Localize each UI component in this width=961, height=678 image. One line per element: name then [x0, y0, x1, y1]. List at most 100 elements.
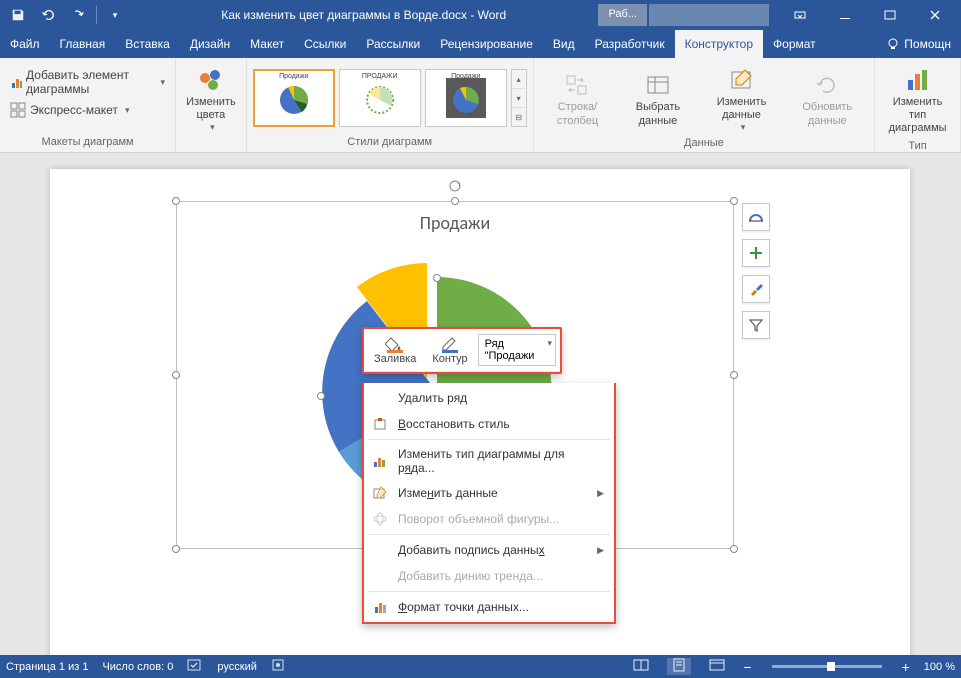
- chart-style-thumb-1[interactable]: Продажи: [253, 69, 335, 127]
- quick-layout-icon: [10, 102, 26, 118]
- close-button[interactable]: [912, 1, 957, 29]
- tab-insert[interactable]: Вставка: [115, 30, 180, 58]
- submenu-arrow-icon: ▶: [597, 488, 604, 499]
- group-chart-styles: Продажи ПРОДАЖИ Продажи ▴▾⊟ Стили диагра…: [247, 58, 534, 152]
- tab-view[interactable]: Вид: [543, 30, 585, 58]
- group-chart-layouts: + Добавить элемент диаграммы Экспресс-ма…: [0, 58, 176, 152]
- chart-title[interactable]: Продажи: [177, 202, 733, 234]
- switch-row-col-button[interactable]: Строка/ столбец: [540, 67, 616, 129]
- submenu-arrow-icon: ▶: [597, 545, 604, 556]
- fill-button[interactable]: Заливка: [368, 333, 422, 367]
- tab-layout[interactable]: Макет: [240, 30, 294, 58]
- change-colors-button[interactable]: Изменить цвета: [182, 62, 240, 135]
- window-title: Как изменить цвет диаграммы в Ворде.docx…: [129, 8, 598, 22]
- ribbon-tabs: Файл Главная Вставка Дизайн Макет Ссылки…: [0, 30, 961, 58]
- document-area[interactable]: Продажи: [0, 153, 961, 655]
- chart-elements-button[interactable]: [742, 239, 770, 267]
- tab-references[interactable]: Ссылки: [294, 30, 356, 58]
- series-sel-point[interactable]: [317, 392, 325, 400]
- add-chart-element-button[interactable]: + Добавить элемент диаграммы: [6, 66, 169, 98]
- chart-style-thumb-3[interactable]: Продажи: [425, 69, 507, 127]
- ribbon-options-button[interactable]: [777, 1, 822, 29]
- blank-icon: [372, 390, 388, 406]
- outline-icon: [440, 335, 460, 353]
- resize-handle-tr[interactable]: [730, 197, 738, 205]
- zoom-out-button[interactable]: −: [743, 659, 751, 675]
- chart-type-icon: [904, 64, 932, 96]
- ctx-delete-series[interactable]: Удалить ряд: [364, 385, 614, 411]
- maximize-button[interactable]: [867, 1, 912, 29]
- status-macro-icon[interactable]: [271, 658, 285, 675]
- refresh-data-button[interactable]: Обновить данные: [786, 67, 868, 129]
- refresh-icon: [814, 69, 840, 101]
- zoom-thumb[interactable]: [827, 662, 835, 671]
- add-element-icon: +: [10, 74, 22, 90]
- ctx-reset-style[interactable]: ВВосстановить стильосстановить стиль: [364, 411, 614, 437]
- minimize-button[interactable]: [822, 1, 867, 29]
- edit-data-button[interactable]: Изменить данные: [701, 62, 783, 135]
- zoom-slider[interactable]: [772, 665, 882, 668]
- ctx-edit-data[interactable]: Изменить данные ▶: [364, 480, 614, 506]
- status-bar: Страница 1 из 1 Число слов: 0 русский − …: [0, 655, 961, 678]
- select-data-icon: [645, 69, 671, 101]
- chart-filters-button[interactable]: [742, 311, 770, 339]
- layout-options-button[interactable]: [742, 203, 770, 231]
- resize-handle-ml[interactable]: [172, 371, 180, 379]
- contextual-area-blurred: [649, 4, 769, 26]
- ctx-add-trendline: Добавить динию тренда...: [364, 563, 614, 589]
- contextual-tab-label: Раб...: [598, 4, 647, 26]
- lightbulb-icon: [886, 37, 900, 51]
- resize-handle-br[interactable]: [730, 545, 738, 553]
- group-chart-colors: Изменить цвета: [176, 58, 247, 152]
- ribbon: + Добавить элемент диаграммы Экспресс-ма…: [0, 58, 961, 153]
- tab-design[interactable]: Дизайн: [180, 30, 240, 58]
- blank-icon: [372, 568, 388, 584]
- tab-developer[interactable]: Разработчик: [585, 30, 675, 58]
- quick-layout-button[interactable]: Экспресс-макет: [6, 100, 169, 120]
- tab-chart-design[interactable]: Конструктор: [675, 30, 763, 58]
- tab-home[interactable]: Главная: [50, 30, 116, 58]
- status-wordcount[interactable]: Число слов: 0: [102, 661, 173, 673]
- style-gallery-more[interactable]: ▴▾⊟: [511, 69, 527, 127]
- chart-style-gallery[interactable]: Продажи ПРОДАЖИ Продажи ▴▾⊟: [253, 69, 527, 127]
- ctx-format-data-point[interactable]: Формат точки данных...: [364, 594, 614, 620]
- save-button[interactable]: [4, 2, 32, 28]
- resize-handle-bl[interactable]: [172, 545, 180, 553]
- view-print-layout[interactable]: [667, 658, 691, 675]
- mini-toolbar: Заливка Контур Ряд "Продажи: [362, 327, 562, 374]
- resize-handle-tl[interactable]: [172, 197, 180, 205]
- tab-format[interactable]: Формат: [763, 30, 826, 58]
- change-chart-type-button[interactable]: Изменить тип диаграммы: [881, 62, 954, 138]
- status-proofing-icon[interactable]: [187, 658, 203, 675]
- tab-review[interactable]: Рецензирование: [430, 30, 543, 58]
- ctx-add-data-labels[interactable]: Добавить подпись данных ▶: [364, 537, 614, 563]
- resize-handle-mr[interactable]: [730, 371, 738, 379]
- tab-file[interactable]: Файл: [0, 30, 50, 58]
- select-data-button[interactable]: Выбрать данные: [619, 67, 696, 129]
- series-sel-point[interactable]: [433, 274, 441, 282]
- qat-customize-button[interactable]: ▾: [101, 2, 129, 28]
- status-page[interactable]: Страница 1 из 1: [6, 661, 88, 673]
- view-web-layout[interactable]: [705, 658, 729, 675]
- series-selector[interactable]: Ряд "Продажи: [478, 334, 556, 366]
- rotate-handle[interactable]: [449, 180, 461, 192]
- chart-styles-button[interactable]: [742, 275, 770, 303]
- group-label-styles: Стили диаграмм: [253, 134, 527, 150]
- chart-side-buttons: [742, 203, 770, 339]
- resize-handle-tm[interactable]: [451, 197, 459, 205]
- zoom-in-button[interactable]: +: [902, 659, 910, 675]
- outline-button[interactable]: Контур: [426, 333, 473, 367]
- view-read-mode[interactable]: [629, 658, 653, 675]
- rotate3d-icon: [372, 511, 388, 527]
- tab-mailings[interactable]: Рассылки: [356, 30, 430, 58]
- tell-me-help[interactable]: Помощн: [876, 30, 961, 58]
- undo-button[interactable]: [34, 2, 62, 28]
- layout-icon: [747, 208, 765, 226]
- redo-button[interactable]: [64, 2, 92, 28]
- ctx-change-chart-type[interactable]: Изменить тип диаграммы для ряда...: [364, 442, 614, 480]
- chart-style-thumb-2[interactable]: ПРОДАЖИ: [339, 69, 421, 127]
- blank-icon: [372, 542, 388, 558]
- quick-access-toolbar: ▾: [4, 2, 129, 28]
- zoom-level[interactable]: 100 %: [924, 661, 955, 673]
- status-language[interactable]: русский: [217, 661, 256, 673]
